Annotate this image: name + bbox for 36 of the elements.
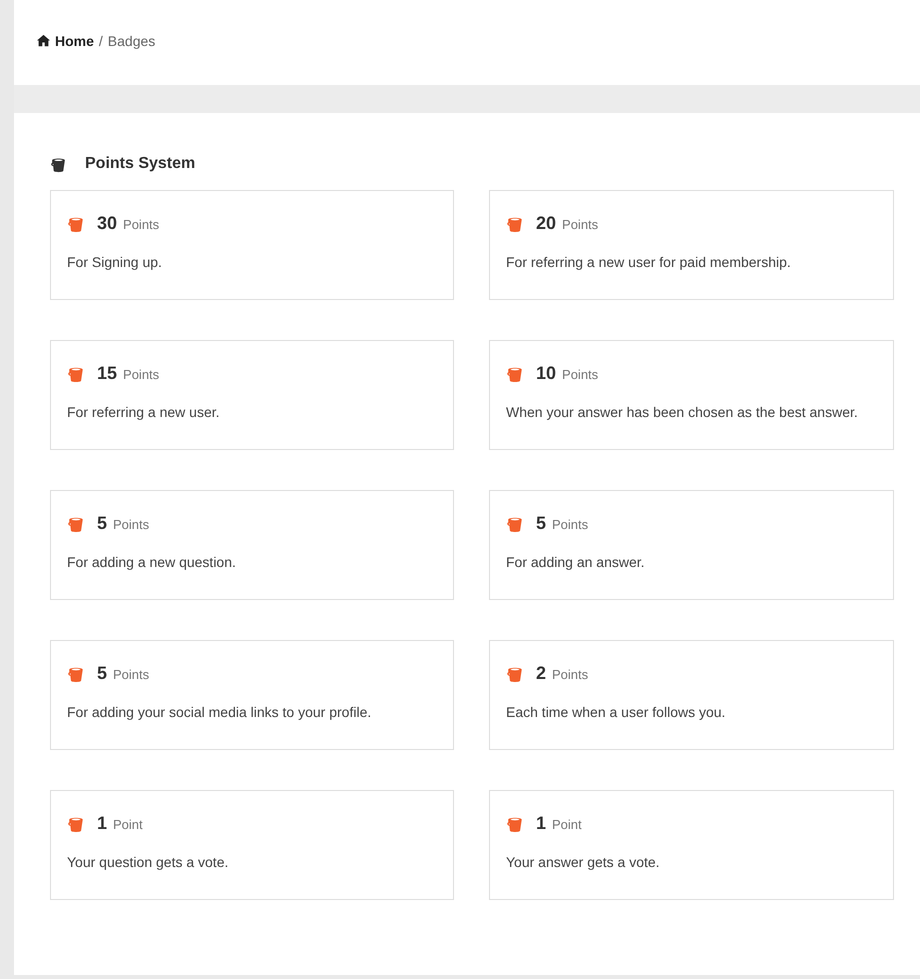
points-description: For Signing up. [67, 253, 163, 272]
points-unit: Points [562, 367, 598, 382]
points-value: 1 [536, 813, 546, 834]
bucket-icon [50, 156, 67, 172]
points-unit: Points [113, 517, 150, 532]
points-description: For referring a new user for paid membership. [506, 253, 792, 272]
points-unit: Points [113, 667, 150, 682]
home-link[interactable]: Home [37, 32, 94, 48]
points-value: 15 [97, 363, 118, 384]
points-value: 30 [97, 213, 118, 234]
points-unit: Points [123, 217, 160, 232]
breadcrumb-current: Badges [108, 32, 156, 48]
home-icon [37, 34, 50, 47]
points-unit: Points [552, 667, 588, 682]
points-description: For adding your social media links to your profile. [67, 703, 372, 722]
points-unit: Points [123, 367, 160, 382]
points-unit: Points [552, 517, 588, 532]
points-description: When your answer has been chosen as the best answer. [506, 403, 859, 422]
points-value: 5 [97, 663, 108, 684]
points-description: For adding a new question. [67, 553, 237, 572]
points-description: For adding an answer. [506, 553, 646, 572]
section-title: Points System [85, 155, 196, 173]
points-value: 20 [536, 213, 556, 234]
points-value: 1 [97, 813, 108, 834]
points-value: 2 [536, 663, 546, 684]
points-description: Each time when a user follows you. [506, 703, 726, 722]
points-value: 5 [536, 513, 546, 534]
points-unit: Point [113, 817, 143, 832]
points-unit: Points [562, 217, 598, 232]
points-description: Your answer gets a vote. [506, 853, 661, 872]
points-description: For referring a new user. [67, 403, 221, 422]
breadcrumb-separator: / [98, 32, 103, 48]
points-unit: Point [552, 817, 582, 832]
points-value: 10 [536, 363, 556, 384]
points-description: Your question gets a vote. [67, 853, 230, 872]
points-value: 5 [97, 513, 108, 534]
